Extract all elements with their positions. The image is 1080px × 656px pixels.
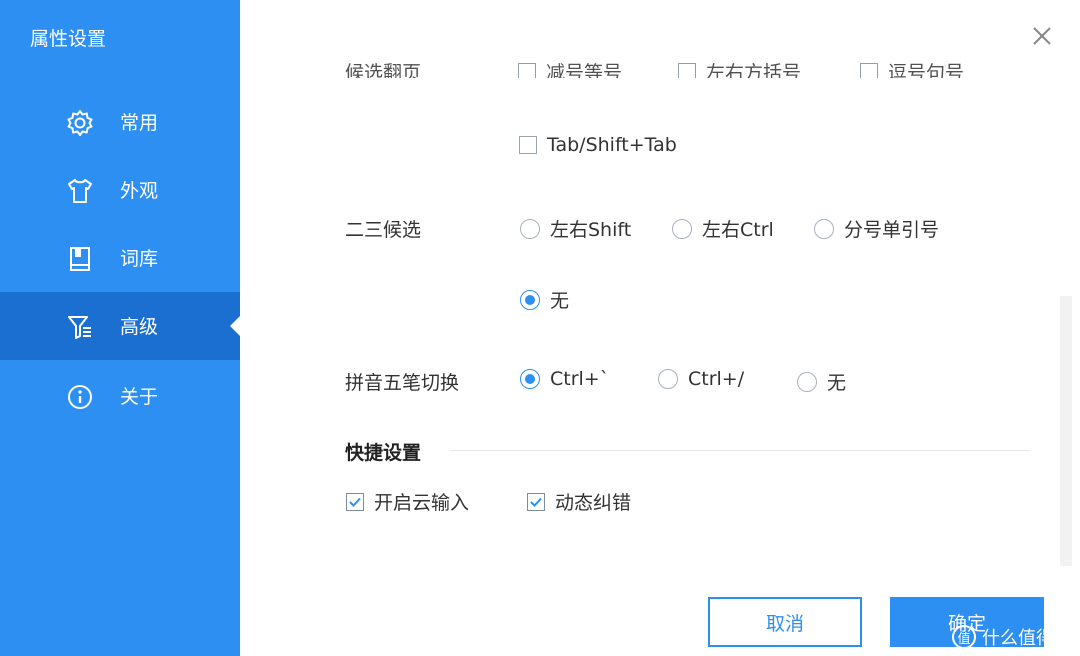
- watermark-text: 什么值得买: [982, 628, 1072, 649]
- book-icon: [66, 245, 94, 273]
- watermark: 值 什么值得买: [952, 624, 1072, 650]
- radio[interactable]: [520, 289, 540, 310]
- watermark-logo-icon: 值: [952, 625, 976, 649]
- close-button[interactable]: [1028, 22, 1056, 50]
- radio[interactable]: [797, 371, 817, 392]
- checkmark-icon: [349, 497, 361, 507]
- checkbox[interactable]: [527, 492, 545, 511]
- sidebar-item-appearance[interactable]: 外观: [0, 156, 240, 224]
- close-icon: [1033, 27, 1051, 45]
- radio[interactable]: [520, 369, 540, 389]
- cancel-button[interactable]: 取消: [708, 597, 862, 647]
- active-indicator: [230, 316, 240, 336]
- page-turn-option-3[interactable]: 逗号句号: [860, 56, 980, 78]
- pinyin-wubi-switch-label: 拼音五笔切换: [345, 372, 460, 394]
- radio[interactable]: [658, 369, 678, 389]
- sidebar-item-label: 高级: [120, 316, 159, 338]
- sidebar-item-about[interactable]: 关于: [0, 362, 240, 430]
- radio[interactable]: [672, 218, 692, 239]
- tshirt-icon: [66, 177, 94, 205]
- sidebar: 属性设置 常用 外观 词库 高级 关于: [0, 0, 240, 656]
- checkbox[interactable]: [678, 62, 696, 78]
- scrollbar[interactable]: [1060, 296, 1072, 566]
- section-divider: [450, 450, 1030, 451]
- checkbox[interactable]: [518, 62, 536, 78]
- page-turn-label: 候选翻页: [345, 62, 422, 78]
- radio[interactable]: [814, 218, 834, 239]
- sidebar-item-label: 关于: [120, 386, 159, 408]
- option-label: Tab/Shift+Tab: [547, 134, 677, 156]
- sidebar-item-dictionary[interactable]: 词库: [0, 224, 240, 292]
- dynamic-correction-option[interactable]: 动态纠错: [527, 488, 631, 515]
- gear-icon: [66, 109, 94, 137]
- second-third-candidate-label: 二三候选: [345, 219, 422, 241]
- candidate-option-left-right-shift[interactable]: 左右Shift: [520, 215, 631, 242]
- window-title: 属性设置: [30, 28, 107, 50]
- sidebar-item-advanced[interactable]: 高级: [0, 292, 240, 360]
- candidate-option-semicolon-quote[interactable]: 分号单引号: [814, 215, 939, 242]
- switch-option-ctrl-slash[interactable]: Ctrl+/: [658, 368, 744, 390]
- page-turn-option-1[interactable]: 减号等号: [518, 56, 638, 78]
- sidebar-item-label: 外观: [120, 180, 159, 202]
- switch-option-ctrl-backtick[interactable]: Ctrl+`: [520, 368, 609, 390]
- checkmark-icon: [530, 497, 542, 507]
- candidate-option-none[interactable]: 无: [520, 286, 569, 313]
- radio[interactable]: [520, 218, 540, 239]
- checkbox[interactable]: [860, 62, 878, 78]
- checkbox[interactable]: [519, 136, 537, 154]
- shortcut-section-title: 快捷设置: [345, 442, 422, 464]
- sidebar-item-label: 常用: [120, 112, 159, 134]
- filter-icon: [66, 313, 94, 341]
- checkbox[interactable]: [346, 492, 364, 511]
- candidate-option-left-right-ctrl[interactable]: 左右Ctrl: [672, 215, 774, 242]
- sidebar-item-common[interactable]: 常用: [0, 88, 240, 156]
- sidebar-item-label: 词库: [120, 248, 159, 270]
- cloud-input-option[interactable]: 开启云输入: [346, 488, 469, 515]
- info-icon: [66, 383, 94, 411]
- page-turn-option-2[interactable]: 左右方括号: [678, 56, 818, 78]
- tab-shift-tab-option[interactable]: Tab/Shift+Tab: [519, 134, 677, 156]
- switch-option-none[interactable]: 无: [797, 368, 846, 395]
